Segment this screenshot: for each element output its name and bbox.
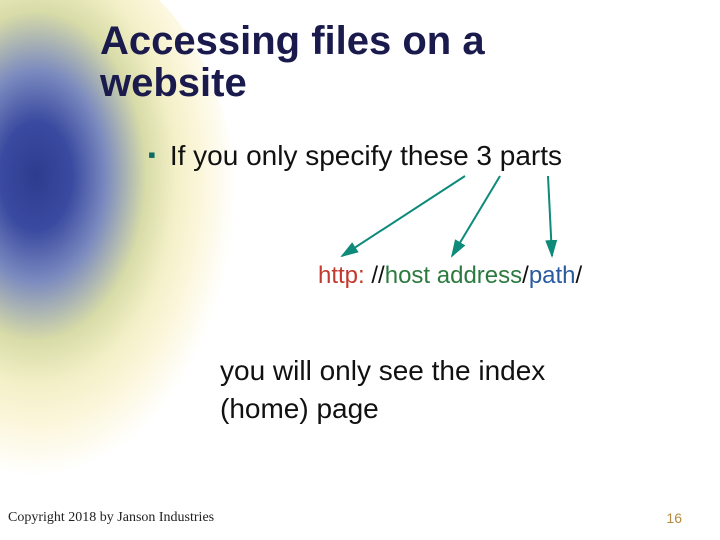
url-host: host address (385, 262, 522, 289)
bullet-square-icon: ▪ (148, 140, 156, 171)
title-line-2: website (100, 61, 247, 105)
slide-content: Accessing files on a website ▪ If you on… (0, 0, 720, 540)
url-path: path (529, 262, 576, 289)
url-protocol: http: (318, 262, 365, 289)
bullet-text: If you only specify these 3 parts (170, 140, 562, 172)
url-sep1: // (365, 262, 385, 289)
url-sep2: / (522, 262, 529, 289)
url-sep3: / (576, 262, 583, 289)
body-line-2: (home) page (220, 393, 379, 424)
title-line-1: Accessing files on a (100, 19, 485, 63)
bullet-item: ▪ If you only specify these 3 parts (148, 140, 562, 172)
page-number: 16 (666, 510, 682, 526)
url-example: http: //host address/path/ (318, 262, 582, 290)
slide-title: Accessing files on a website (100, 20, 485, 104)
body-line-1: you will only see the index (220, 355, 545, 386)
body-paragraph: you will only see the index (home) page (220, 352, 545, 428)
copyright-text: Copyright 2018 by Janson Industries (8, 510, 214, 526)
